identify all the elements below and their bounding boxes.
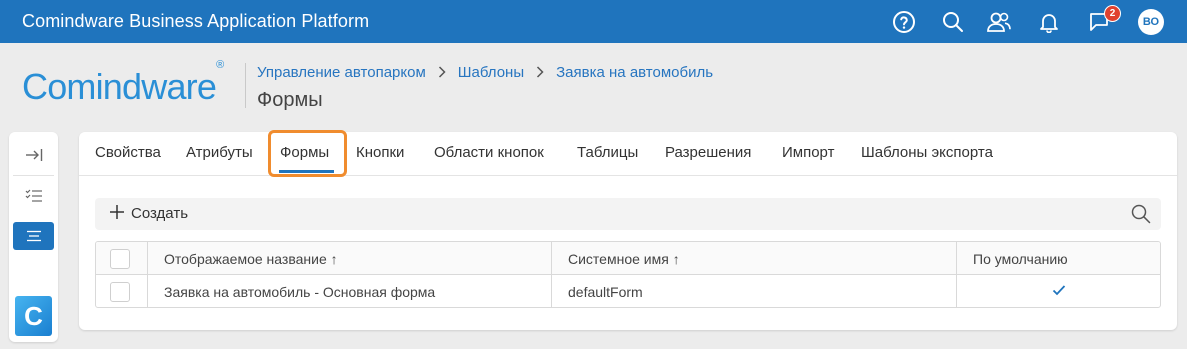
- cell-system-name[interactable]: defaultForm: [552, 275, 957, 307]
- flag-icon[interactable]: 2: [1087, 5, 1121, 34]
- select-all-cell: [96, 242, 148, 275]
- avatar[interactable]: ВО: [1138, 9, 1164, 35]
- search-icon[interactable]: [1131, 204, 1151, 229]
- notification-badge: 2: [1104, 5, 1121, 22]
- comindware-logo[interactable]: Comindware®: [22, 59, 224, 108]
- bell-icon[interactable]: [1037, 10, 1061, 34]
- chevron-right-icon: [536, 65, 544, 81]
- breadcrumb-item-fleet[interactable]: Управление автопарком: [257, 64, 426, 81]
- brand-logo-icon[interactable]: C: [15, 296, 52, 336]
- column-header-system-name[interactable]: Системное имя ↑: [552, 242, 957, 275]
- forms-table: Отображаемое название ↑ Системное имя ↑ …: [95, 241, 1161, 308]
- breadcrumb-item-car-request[interactable]: Заявка на автомобиль: [556, 64, 713, 81]
- select-all-checkbox[interactable]: [110, 248, 130, 269]
- rail-divider: [13, 175, 54, 176]
- users-icon[interactable]: [986, 10, 1012, 34]
- chevron-right-icon: [438, 65, 446, 81]
- tab-export-templates[interactable]: Шаблоны экспорта: [861, 144, 993, 161]
- tab-bar: Свойства Атрибуты Формы Кнопки Области к…: [79, 130, 1177, 177]
- plus-icon: [109, 204, 125, 223]
- column-header-label: По умолчанию: [973, 250, 1068, 267]
- main-panel: Свойства Атрибуты Формы Кнопки Области к…: [79, 130, 1177, 330]
- tab-properties[interactable]: Свойства: [95, 144, 161, 161]
- logo-text: Comindware: [22, 66, 217, 107]
- cell-default[interactable]: [957, 275, 1160, 307]
- tab-attributes[interactable]: Атрибуты: [186, 144, 253, 161]
- create-button-label: Создать: [131, 205, 189, 222]
- left-rail: C: [9, 132, 58, 342]
- row-select-cell: [96, 275, 148, 307]
- tab-button-areas[interactable]: Области кнопок: [434, 144, 544, 161]
- checklist-icon[interactable]: [13, 182, 54, 210]
- breadcrumb-item-templates[interactable]: Шаблоны: [458, 64, 524, 81]
- toolbar: Создать: [95, 198, 1161, 230]
- column-header-label: Системное имя ↑: [568, 250, 680, 267]
- header-divider: [245, 63, 246, 108]
- cell-display-name[interactable]: Заявка на автомобиль - Основная форма: [148, 275, 552, 307]
- row-checkbox[interactable]: [110, 281, 130, 302]
- search-icon[interactable]: [941, 10, 965, 34]
- column-header-default[interactable]: По умолчанию: [957, 242, 1160, 275]
- column-header-label: Отображаемое название ↑: [164, 250, 338, 267]
- tab-tables[interactable]: Таблицы: [577, 144, 638, 161]
- create-button[interactable]: Создать: [109, 204, 188, 223]
- tab-import[interactable]: Импорт: [782, 144, 834, 161]
- list-icon[interactable]: [13, 222, 54, 250]
- column-header-display-name[interactable]: Отображаемое название ↑: [148, 242, 552, 275]
- tab-permissions[interactable]: Разрешения: [665, 144, 751, 161]
- help-icon[interactable]: [892, 10, 916, 34]
- breadcrumb: Управление автопарком Шаблоны Заявка на …: [257, 64, 713, 81]
- table-row[interactable]: Заявка на автомобиль - Основная форма de…: [96, 275, 1160, 307]
- logo-registered-mark: ®: [216, 59, 224, 71]
- checkmark-icon: [1052, 283, 1066, 299]
- app-title[interactable]: Comindware Business Application Platform: [22, 11, 369, 32]
- expand-sidebar-icon[interactable]: [13, 141, 54, 169]
- page-title: Формы: [257, 89, 323, 111]
- tab-buttons[interactable]: Кнопки: [356, 144, 404, 161]
- table-header-row: Отображаемое название ↑ Системное имя ↑ …: [96, 242, 1160, 275]
- tab-highlight-frame: [268, 130, 347, 177]
